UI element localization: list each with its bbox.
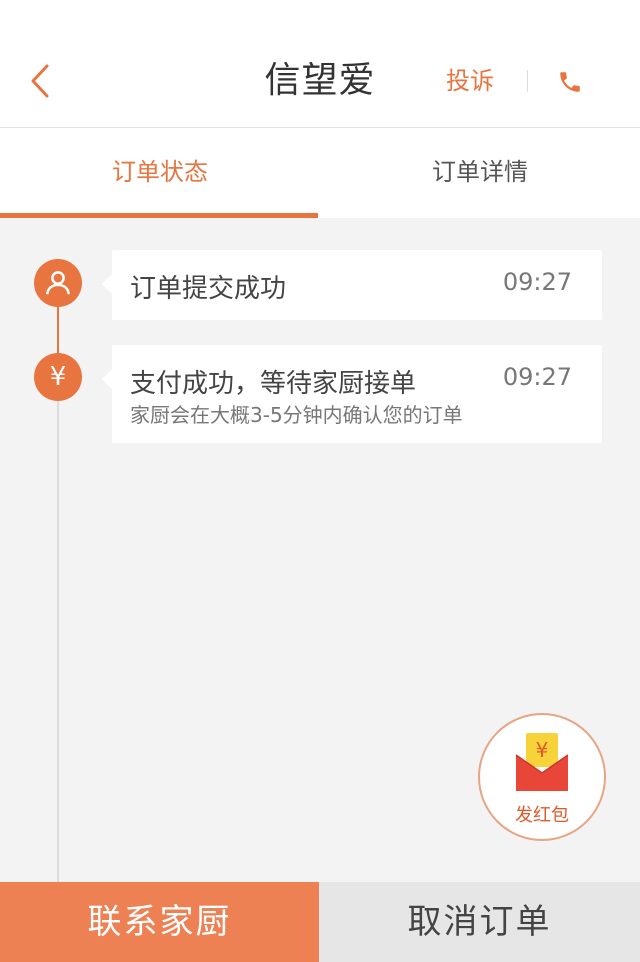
cancel-order-button[interactable]: 取消订单 [319,882,640,962]
tab-bar: 订单状态 订单详情 [0,128,640,218]
tab-order-status[interactable]: 订单状态 [0,128,320,218]
top-bar: 信望爱 投诉 [0,0,640,128]
timeline-title: 支付成功，等待家厨接单 [130,369,417,399]
page-title: 信望爱 [264,60,376,101]
red-packet-label: 发红包 [515,805,569,826]
timeline-subtitle: 家厨会在大概3-5分钟内确认您的订单 [130,403,463,427]
timeline-connector-active [57,300,59,360]
yen-icon: ¥ [49,362,67,392]
bottom-action-bar: 联系家厨 取消订单 [0,882,640,962]
tab-order-details[interactable]: 订单详情 [320,128,640,218]
timeline-node-paid: ¥ [34,353,82,401]
send-red-packet-button[interactable]: ¥ 发红包 [478,713,606,841]
timeline-card-paid: 支付成功，等待家厨接单 09:27 家厨会在大概3-5分钟内确认您的订单 [102,345,602,443]
timeline-time: 09:27 [502,268,572,296]
phone-icon [560,72,580,92]
active-tab-indicator [0,213,318,218]
timeline-card-submitted: 订单提交成功 09:27 [102,250,602,320]
contact-chef-button[interactable]: 联系家厨 [0,882,319,962]
red-envelope-icon: ¥ [515,733,569,791]
timeline-connector [57,395,59,885]
svg-text:¥: ¥ [536,738,549,762]
timeline-node-submitted [34,259,82,307]
user-icon [46,271,70,295]
complain-button[interactable]: 投诉 [446,60,494,102]
timeline-title: 订单提交成功 [130,274,287,304]
call-button[interactable] [550,62,590,102]
timeline-time: 09:27 [502,363,572,391]
header-divider [527,70,528,92]
